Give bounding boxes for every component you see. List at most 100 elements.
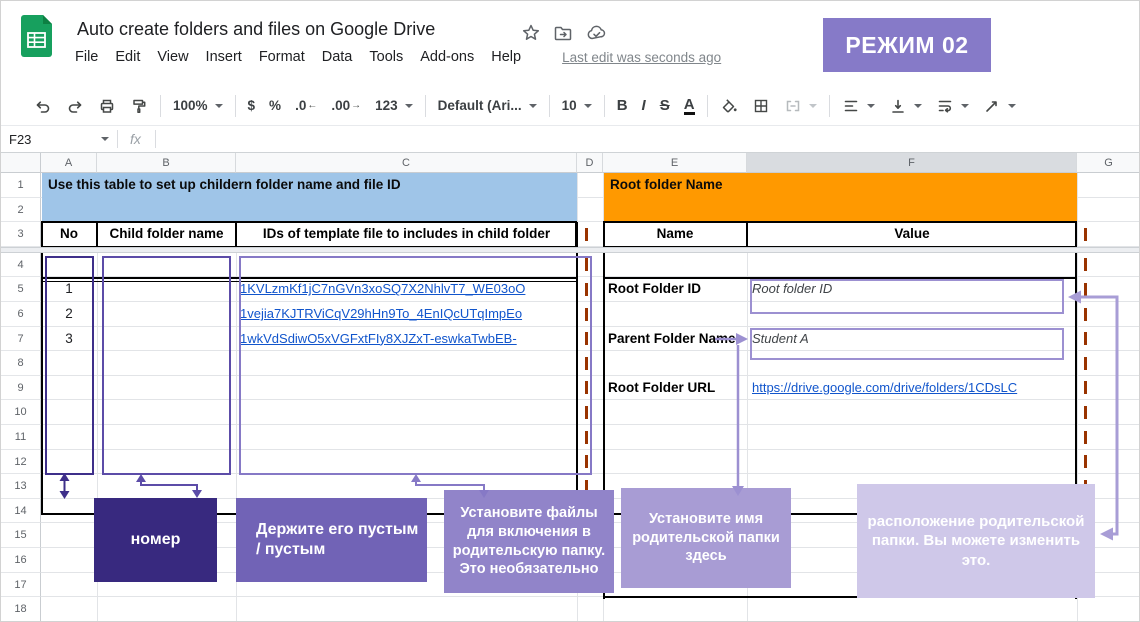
annotation-rect-column-b	[102, 255, 231, 475]
last-edit-status[interactable]: Last edit was seconds ago	[562, 50, 721, 65]
annotation-box-5: расположение родительской папки. Вы може…	[857, 484, 1095, 598]
menu-tools[interactable]: Tools	[369, 49, 403, 65]
column-header-b[interactable]: B	[97, 153, 236, 173]
font-size-select[interactable]: 10	[555, 93, 599, 119]
text-color-button[interactable]: A	[677, 93, 702, 119]
row-header-4[interactable]: 4	[1, 252, 41, 278]
row-header-7[interactable]: 7	[1, 326, 41, 352]
menu-data[interactable]: Data	[322, 49, 353, 65]
more-number-formats-button[interactable]: 123	[368, 93, 420, 119]
column-header-e[interactable]: E	[603, 153, 747, 173]
row-header-14[interactable]: 14	[1, 498, 41, 524]
borders-button[interactable]	[745, 93, 777, 119]
toolbar-separator	[234, 94, 236, 117]
menu-edit[interactable]: Edit	[115, 49, 140, 65]
row-header-6[interactable]: 6	[1, 302, 41, 327]
row-header-18[interactable]: 18	[1, 597, 41, 621]
range-marker-d	[585, 356, 588, 370]
header-child-folder-name[interactable]: Child folder name	[97, 222, 236, 247]
formula-bar: F23 fx	[1, 125, 1139, 153]
formula-input[interactable]	[156, 126, 1139, 152]
header-value[interactable]: Value	[747, 222, 1077, 247]
star-icon[interactable]	[521, 23, 541, 43]
header-template-ids[interactable]: IDs of template file to includes in chil…	[236, 222, 577, 247]
row-header-1[interactable]: 1	[1, 173, 41, 198]
menu-file[interactable]: File	[75, 49, 98, 65]
table-border	[41, 222, 43, 514]
row-header-5[interactable]: 5	[1, 277, 41, 302]
corner-cell[interactable]	[1, 153, 41, 173]
row-header-12[interactable]: 12	[1, 449, 41, 475]
table-border	[96, 222, 98, 247]
row-header-17[interactable]: 17	[1, 572, 41, 598]
italic-button[interactable]: I	[635, 93, 653, 119]
range-marker-g	[1084, 258, 1087, 272]
column-header-f[interactable]: F	[747, 153, 1077, 173]
text-rotation-button[interactable]	[976, 93, 1023, 119]
range-marker-g	[1084, 282, 1087, 296]
decrease-decimal-button[interactable]: .0	[288, 93, 324, 119]
annotation-box-4: Установите имя родительской папки здесь	[621, 488, 791, 588]
strikethrough-button[interactable]: S	[653, 93, 677, 119]
range-marker-d	[585, 405, 588, 419]
horizontal-align-button[interactable]	[835, 93, 882, 119]
name-box[interactable]: F23	[1, 132, 117, 147]
mode-badge: РЕЖИМ 02	[823, 18, 991, 72]
menu-addons[interactable]: Add-ons	[420, 49, 474, 65]
print-button[interactable]	[91, 93, 123, 119]
increase-decimal-button[interactable]: .00	[324, 93, 368, 119]
menu-view[interactable]: View	[157, 49, 188, 65]
annotation-box-1: номер	[94, 498, 217, 582]
font-select[interactable]: Default (Ari...	[431, 93, 544, 119]
banner-setup-table-text: Use this table to set up childern folder…	[48, 177, 401, 192]
cell-f9-value[interactable]: https://drive.google.com/drive/folders/1…	[752, 376, 1074, 401]
column-header-g[interactable]: G	[1077, 153, 1139, 173]
row-header-10[interactable]: 10	[1, 400, 41, 425]
merge-cells-button[interactable]	[777, 93, 824, 119]
header-name[interactable]: Name	[603, 222, 747, 247]
redo-button[interactable]	[59, 93, 91, 119]
annotation-box-3: Установите файлы для включения в родител…	[444, 490, 614, 593]
menu-format[interactable]: Format	[259, 49, 305, 65]
header-no[interactable]: No	[41, 222, 97, 247]
format-percent-button[interactable]: %	[262, 93, 288, 119]
frozen-rows-divider	[1, 246, 1139, 253]
range-marker-g	[1084, 227, 1087, 241]
bold-button[interactable]: B	[610, 93, 635, 119]
menu-help[interactable]: Help	[491, 49, 521, 65]
toolbar-separator	[828, 94, 830, 117]
row-header-9[interactable]: 9	[1, 375, 41, 401]
toolbar-separator	[548, 94, 550, 117]
fill-color-button[interactable]	[713, 93, 745, 119]
text-wrap-button[interactable]	[929, 93, 976, 119]
sheets-logo-icon[interactable]	[21, 15, 52, 57]
move-to-folder-icon[interactable]	[553, 23, 574, 43]
range-marker-d	[585, 455, 588, 469]
cloud-saved-icon[interactable]	[586, 23, 608, 43]
column-header-d[interactable]: D	[577, 153, 603, 173]
row-header-15[interactable]: 15	[1, 523, 41, 548]
toolbar-separator	[424, 94, 426, 117]
column-header-c[interactable]: C	[236, 153, 577, 173]
row-header-13[interactable]: 13	[1, 474, 41, 499]
undo-button[interactable]	[27, 93, 59, 119]
cell-e5-label[interactable]: Root Folder ID	[608, 277, 748, 302]
range-marker-g	[1084, 381, 1087, 395]
cell-e9-label[interactable]: Root Folder URL	[608, 376, 748, 401]
row-header-16[interactable]: 16	[1, 548, 41, 573]
paint-format-button[interactable]	[123, 93, 155, 119]
format-currency-button[interactable]: $	[241, 93, 263, 119]
cell-e7-label[interactable]: Parent Folder Name	[608, 327, 748, 352]
row-header-2[interactable]: 2	[1, 197, 41, 223]
menu-insert[interactable]: Insert	[206, 49, 242, 65]
range-marker-g	[1084, 356, 1087, 370]
document-title[interactable]: Auto create folders and files on Google …	[77, 19, 435, 40]
zoom-select[interactable]: 100%	[166, 93, 230, 119]
row-header-3[interactable]: 3	[1, 222, 41, 247]
vertical-align-button[interactable]	[882, 93, 929, 119]
column-header-a[interactable]: A	[41, 153, 97, 173]
range-marker-d	[585, 332, 588, 346]
row-header-11[interactable]: 11	[1, 425, 41, 450]
range-marker-d	[585, 430, 588, 444]
row-header-8[interactable]: 8	[1, 351, 41, 376]
